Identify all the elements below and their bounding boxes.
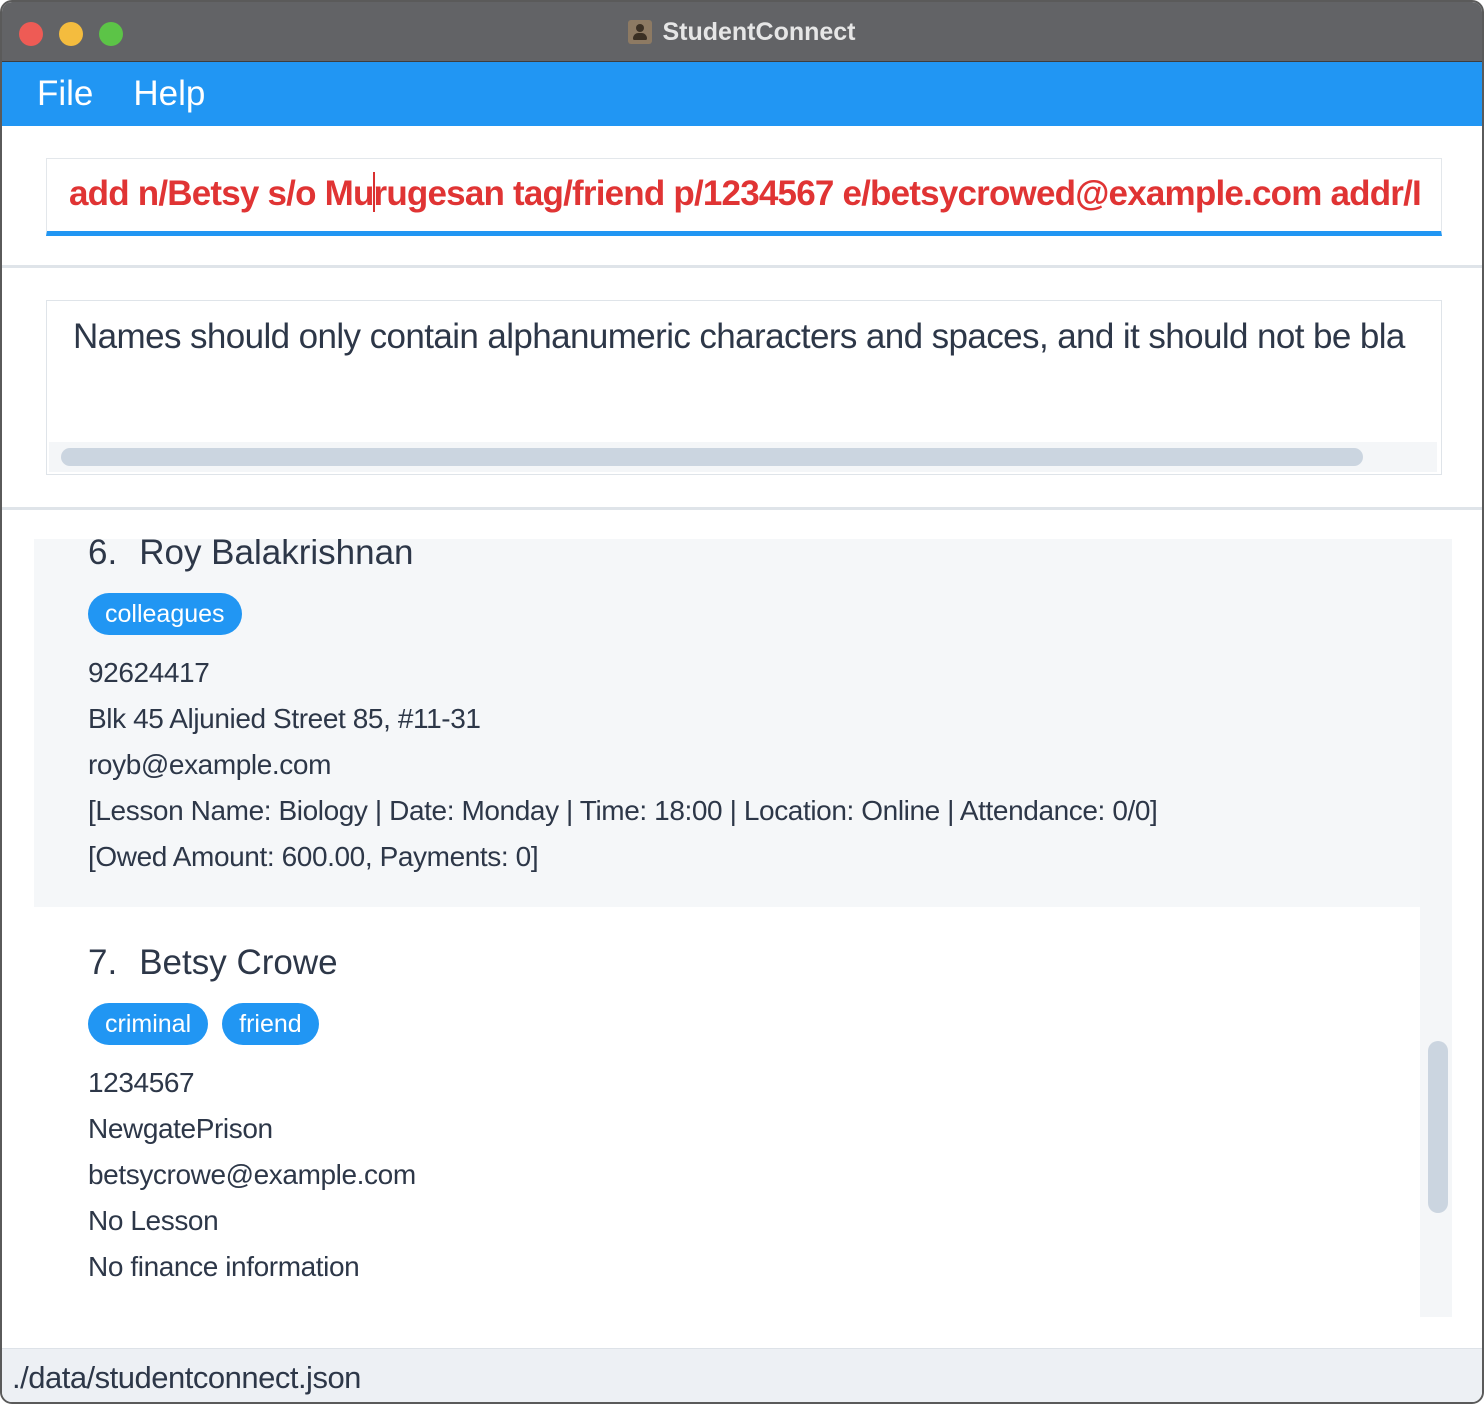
person-finance: No finance information: [88, 1251, 360, 1282]
title-bar[interactable]: StudentConnect: [2, 2, 1482, 62]
tag-list: colleagues: [88, 593, 242, 635]
person-card-icon: [628, 20, 653, 44]
tag-badge: criminal: [88, 1003, 209, 1045]
person-name: 7. Betsy Crowe: [88, 943, 338, 983]
result-display[interactable]: Names should only contain alphanumeric c…: [46, 300, 1442, 475]
horizontal-scroll-thumb[interactable]: [61, 448, 1363, 466]
command-text-before-caret: add n/Betsy s/o Mu: [69, 174, 374, 214]
vertical-scrollbar[interactable]: [1420, 539, 1452, 1317]
person-list[interactable]: 6. Roy Balakrishnan colleagues 92624417 B…: [34, 539, 1452, 1317]
command-text: add n/Betsy s/o Mu rugesan tag/friend p/1…: [69, 171, 1422, 216]
person-lesson: [Lesson Name: Biology | Date: Monday | T…: [88, 795, 1158, 826]
person-email: royb@example.com: [88, 749, 332, 780]
horizontal-scrollbar[interactable]: [49, 442, 1437, 472]
tag-badge: colleagues: [88, 593, 242, 635]
command-box-pane: add n/Betsy s/o Mu rugesan tag/friend p/1…: [2, 126, 1482, 268]
person-phone: 1234567: [88, 1067, 195, 1098]
person-finance: [Owed Amount: 600.00, Payments: 0]: [88, 841, 539, 872]
app-window: StudentConnect File Help add n/Betsy s/o…: [0, 0, 1484, 1404]
person-email: betsycrowe@example.com: [88, 1159, 416, 1190]
result-message: Names should only contain alphanumeric c…: [73, 317, 1405, 356]
person-phone: 92624417: [88, 657, 210, 688]
command-text-after-caret: rugesan tag/friend p/1234567 e/betsycrow…: [373, 174, 1422, 214]
tag-badge: friend: [222, 1003, 319, 1045]
title-wrap: StudentConnect: [2, 2, 1482, 62]
person-name-text: Betsy Crowe: [139, 943, 338, 982]
window-title: StudentConnect: [662, 17, 856, 46]
tag-list: criminal friend: [88, 1003, 319, 1045]
person-card[interactable]: 7. Betsy Crowe criminal friend 1234567 Ne…: [34, 907, 1420, 1317]
menu-help[interactable]: Help: [133, 74, 205, 114]
person-address: Blk 45 Aljunied Street 85, #11-31: [88, 703, 481, 734]
person-address: NewgatePrison: [88, 1113, 273, 1144]
menu-file[interactable]: File: [37, 74, 93, 114]
menu-bar: File Help: [2, 62, 1482, 126]
vertical-scroll-thumb[interactable]: [1428, 1041, 1448, 1213]
person-card[interactable]: 6. Roy Balakrishnan colleagues 92624417 B…: [34, 539, 1420, 907]
person-index: 6.: [88, 539, 118, 572]
save-file-path: ./data/studentconnect.json: [12, 1359, 361, 1395]
result-display-pane: Names should only contain alphanumeric c…: [2, 268, 1482, 510]
command-input[interactable]: add n/Betsy s/o Mu rugesan tag/friend p/1…: [46, 158, 1442, 236]
person-name-text: Roy Balakrishnan: [139, 539, 414, 572]
person-name: 6. Roy Balakrishnan: [88, 539, 414, 573]
person-index: 7.: [88, 943, 118, 982]
status-bar: ./data/studentconnect.json: [2, 1348, 1482, 1402]
person-lesson: No Lesson: [88, 1205, 219, 1236]
